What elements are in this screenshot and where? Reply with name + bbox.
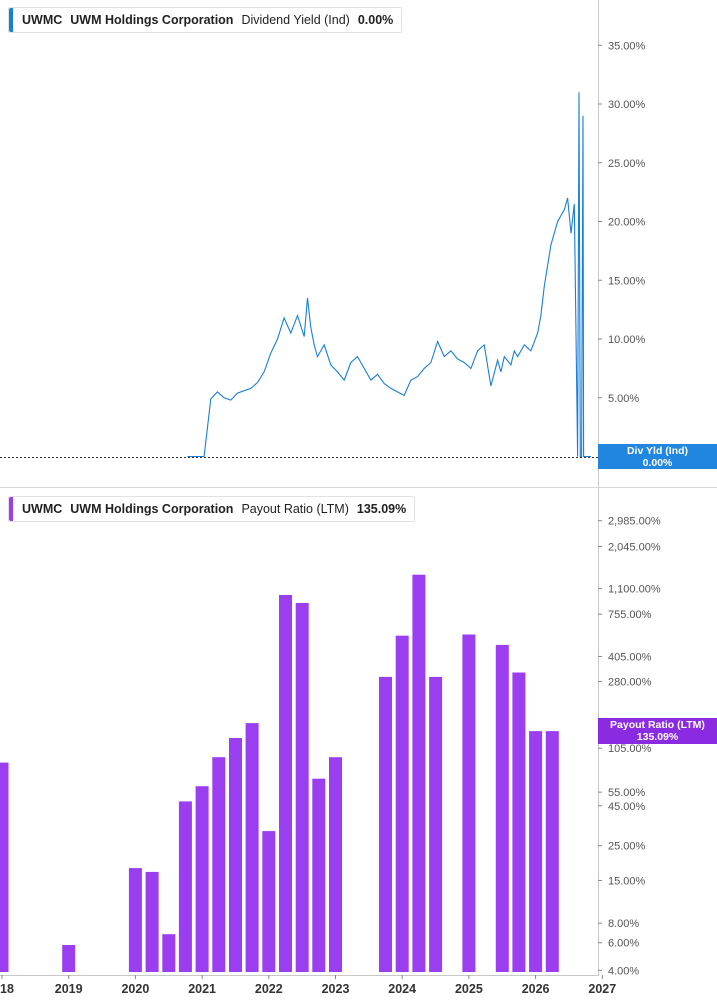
- payout-bar: [262, 831, 276, 972]
- x-tick-label: 2020: [121, 982, 149, 996]
- payout-tag-value: 135.09%: [636, 731, 679, 743]
- payout-bar: [379, 676, 392, 972]
- payout-tag-label: Payout Ratio (LTM): [610, 719, 705, 731]
- yield-y-tick-label: 10.00%: [608, 334, 646, 346]
- payout-bar: [395, 635, 409, 972]
- payout-bar: [128, 868, 142, 972]
- payout-y-tick-label: 280.00%: [608, 677, 652, 689]
- yield-y-tick-label: 15.00%: [608, 275, 646, 287]
- payout-bar: [545, 731, 559, 972]
- x-tick-label: 2024: [388, 982, 416, 996]
- yield-tag-label: Div Yld (Ind): [626, 445, 689, 457]
- payout-y-tick-label: 25.00%: [608, 841, 646, 853]
- payout-ticker: UWMC: [22, 502, 63, 516]
- payout-bar: [512, 672, 526, 972]
- yield-metric: Dividend Yield (Ind): [241, 13, 350, 27]
- payout-bar: [529, 731, 543, 972]
- payout-bar: [195, 786, 209, 972]
- yield-y-tick-label: 20.00%: [608, 217, 646, 229]
- yield-ticker: UWMC: [22, 13, 63, 27]
- yield-value: 0.00%: [357, 13, 394, 27]
- payout-bar: [312, 778, 326, 972]
- payout-y-tick-label: 405.00%: [608, 651, 652, 663]
- payout-y-tick-label: 755.00%: [608, 609, 652, 621]
- payout-bar: [229, 738, 242, 972]
- yield-y-tick-label: 5.00%: [608, 393, 639, 405]
- payout-bar: [295, 603, 309, 972]
- payout-ratio-plot: [0, 574, 559, 972]
- x-tick-label: 2026: [522, 982, 550, 996]
- yield-series-swatch: [9, 8, 13, 32]
- payout-bar: [495, 644, 509, 972]
- x-tick-label: 2021: [188, 982, 216, 996]
- payout-series-swatch: [9, 497, 13, 521]
- payout-ratio-legend: UWMC UWM Holdings Corporation Payout Rat…: [8, 496, 416, 522]
- dividend-yield-plot: [0, 92, 598, 458]
- x-tick-label: 2023: [322, 982, 350, 996]
- payout-bar: [0, 762, 9, 972]
- payout-bar: [462, 634, 476, 972]
- payout-bar: [245, 723, 259, 972]
- dividend-yield-legend: UWMC UWM Holdings Corporation Dividend Y…: [8, 7, 403, 33]
- payout-y-tick-label: 55.00%: [608, 787, 646, 799]
- payout-y-tick-label: 15.00%: [608, 875, 646, 887]
- payout-bar: [212, 757, 226, 972]
- yield-y-tick-label: 35.00%: [608, 40, 646, 52]
- payout-y-tick-label: 4.00%: [608, 965, 639, 977]
- payout-y-tick-label: 105.00%: [608, 743, 652, 755]
- yield-y-tick-label: 25.00%: [608, 158, 646, 170]
- dividend-yield-line: [187, 92, 591, 458]
- payout-y-tick-label: 45.00%: [608, 801, 646, 813]
- payout-y-tick-label: 2,045.00%: [608, 541, 661, 553]
- x-tick-label: 2027: [588, 982, 616, 996]
- x-tick-label: 2022: [255, 982, 283, 996]
- x-tick-label: 18: [0, 982, 14, 996]
- payout-y-tick-label: 8.00%: [608, 918, 639, 930]
- payout-metric: Payout Ratio (LTM): [241, 502, 349, 516]
- yield-last-value-tag: Div Yld (Ind) 0.00%: [598, 444, 717, 469]
- payout-bar: [145, 871, 159, 972]
- payout-y-tick-label: 2,985.00%: [608, 516, 661, 528]
- payout-y-tick-label: 6.00%: [608, 938, 639, 950]
- yield-company: UWM Holdings Corporation: [70, 13, 234, 27]
- payout-bar: [162, 934, 176, 972]
- x-tick-label: 2019: [55, 982, 83, 996]
- payout-value: 135.09%: [356, 502, 407, 516]
- yield-y-tick-label: 30.00%: [608, 99, 646, 111]
- payout-bar: [178, 801, 192, 972]
- payout-bar: [62, 945, 76, 972]
- payout-last-value-tag: Payout Ratio (LTM) 135.09%: [598, 718, 717, 744]
- x-tick-label: 2025: [455, 982, 483, 996]
- payout-bar: [329, 757, 342, 972]
- payout-company: UWM Holdings Corporation: [70, 502, 234, 516]
- payout-y-tick-label: 1,100.00%: [608, 584, 661, 596]
- payout-bar: [412, 574, 426, 972]
- yield-tag-value: 0.00%: [642, 457, 673, 469]
- payout-bar: [429, 676, 443, 972]
- payout-bar: [279, 595, 292, 972]
